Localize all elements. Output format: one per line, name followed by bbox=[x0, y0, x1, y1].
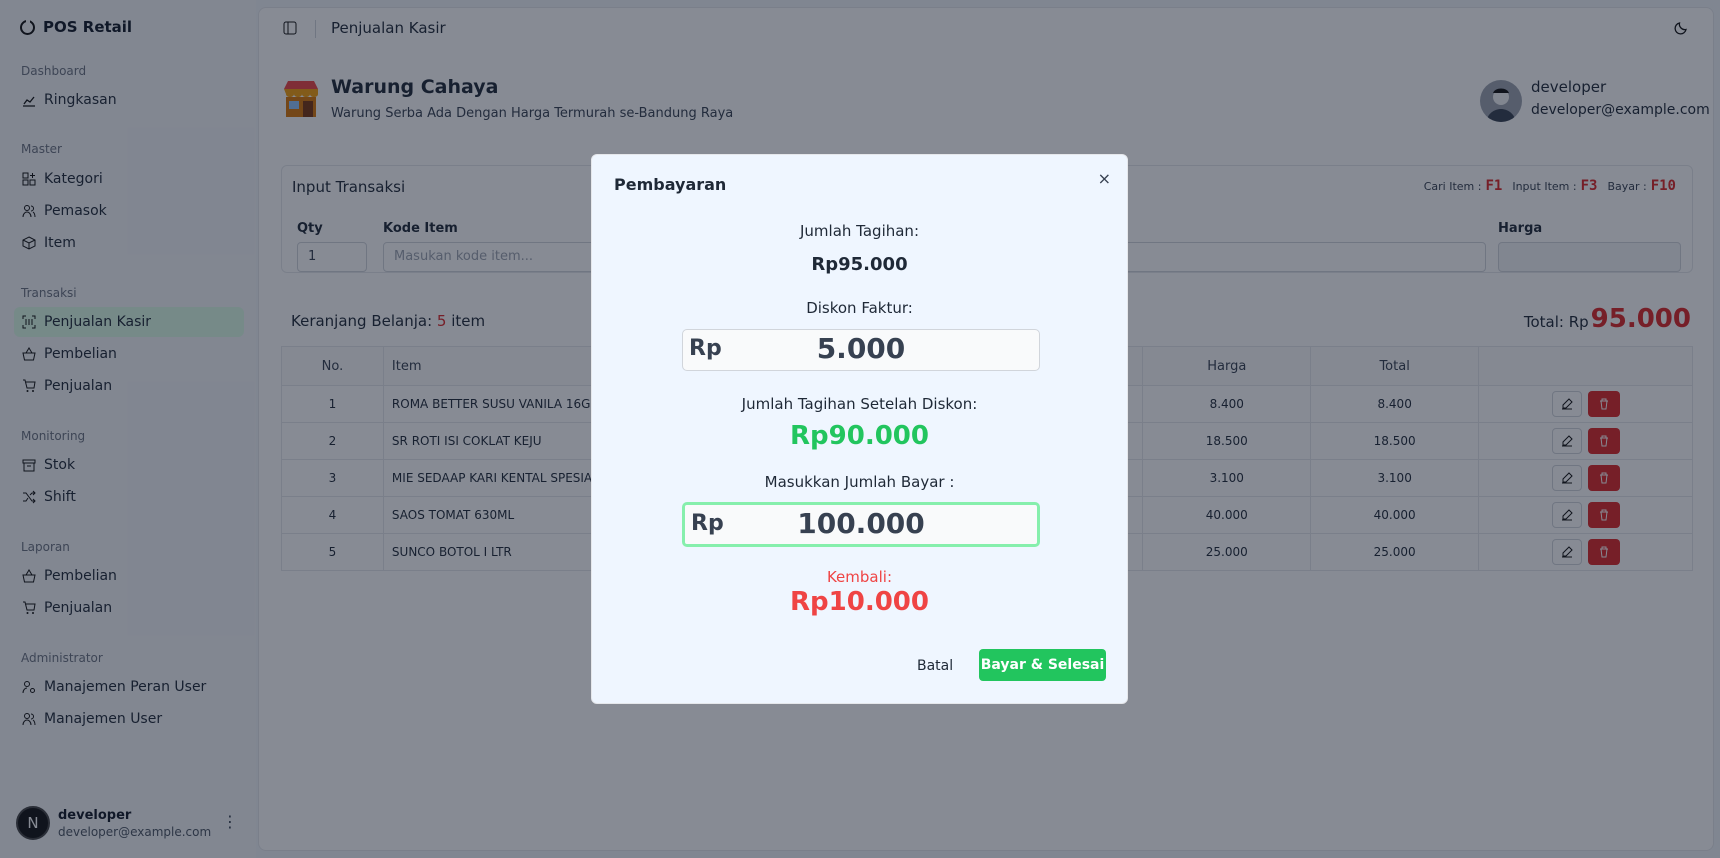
bill-value: Rp95.000 bbox=[811, 254, 908, 275]
change-label: Kembali: bbox=[826, 568, 893, 586]
discount-input[interactable]: Rp 5.000 bbox=[682, 329, 1040, 371]
bill-label: Jumlah Tagihan: bbox=[800, 222, 919, 240]
discount-label: Diskon Faktur: bbox=[806, 299, 913, 317]
discount-value: 5.000 bbox=[816, 332, 906, 365]
payment-modal: Pembayaran × Jumlah Tagihan: Rp95.000 Di… bbox=[591, 154, 1128, 704]
pay-amount-input[interactable]: Rp 100.000 bbox=[682, 502, 1040, 547]
after-discount-label: Jumlah Tagihan Setelah Diskon: bbox=[741, 395, 978, 413]
pay-amount-value: 100.000 bbox=[797, 507, 925, 540]
modal-title: Pembayaran bbox=[614, 175, 727, 194]
cancel-button[interactable]: Batal bbox=[917, 658, 953, 674]
pay-finish-button[interactable]: Bayar & Selesai bbox=[979, 649, 1106, 681]
change-value: Rp10.000 bbox=[790, 587, 929, 617]
after-discount-value: Rp90.000 bbox=[790, 421, 929, 451]
close-icon[interactable]: × bbox=[1098, 169, 1111, 188]
pay-amount-label: Masukkan Jumlah Bayar : bbox=[764, 473, 955, 491]
